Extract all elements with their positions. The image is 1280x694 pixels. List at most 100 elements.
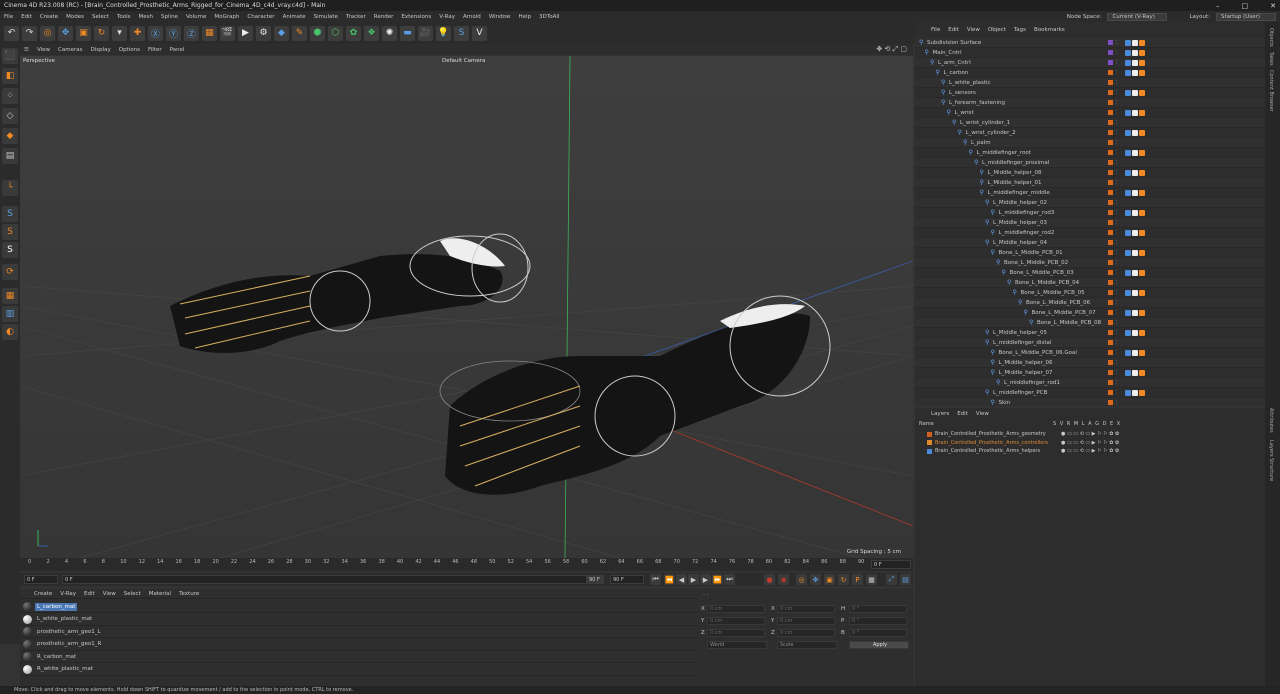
object-menu-tags[interactable]: Tags bbox=[1014, 27, 1026, 33]
object-row[interactable]: ⚲ Bone_L_Middle_PCB_06 ⁚ bbox=[915, 298, 1265, 308]
visibility-toggle-icon[interactable]: ⁚ bbox=[1116, 270, 1118, 275]
key-position-icon[interactable]: ✥ bbox=[810, 574, 821, 585]
side-tab-attributes[interactable]: Attributes bbox=[1268, 408, 1274, 433]
visibility-toggle-icon[interactable]: ⁚ bbox=[1116, 340, 1118, 345]
object-row[interactable]: ⚲ L_carbon ⁚ bbox=[915, 68, 1265, 78]
menu-volume[interactable]: Volume bbox=[186, 14, 206, 20]
material-menu-v-ray[interactable]: V-Ray bbox=[60, 591, 76, 597]
material-menu-select[interactable]: Select bbox=[124, 591, 141, 597]
coord-scale-dropdown[interactable]: Scale bbox=[777, 641, 837, 649]
object-row[interactable]: ⚲ L_Middle_helper_06 ⁚ bbox=[915, 358, 1265, 368]
key-rotation-icon[interactable]: ↻ bbox=[838, 574, 849, 585]
material-item[interactable]: prosthetic_arm_geo1_L bbox=[20, 626, 697, 638]
vray-icon[interactable]: V bbox=[472, 25, 487, 41]
menu-mesh[interactable]: Mesh bbox=[139, 14, 153, 20]
extrude-icon[interactable]: ⬡ bbox=[328, 25, 343, 41]
viewport-menu-panel[interactable]: Panel bbox=[170, 47, 185, 53]
visibility-toggle-icon[interactable]: ⁚ bbox=[1116, 100, 1118, 105]
menu-character[interactable]: Character bbox=[247, 14, 274, 20]
key-scale-icon[interactable]: ▣ bbox=[824, 574, 835, 585]
visibility-toggle-icon[interactable]: ⁚ bbox=[1116, 390, 1118, 395]
visibility-toggle-icon[interactable]: ⁚ bbox=[1116, 290, 1118, 295]
menu-3dtoall[interactable]: 3DToAll bbox=[539, 14, 559, 20]
visibility-toggle-icon[interactable]: ⁚ bbox=[1116, 180, 1118, 185]
z-axis-icon[interactable]: Ⓩ bbox=[184, 25, 199, 41]
object-row[interactable]: ⚲ L_Middle_helper_01 ⁚ bbox=[915, 178, 1265, 188]
object-row[interactable]: ⚲ L_middlefinger_rod2 ⁚ bbox=[915, 228, 1265, 238]
visibility-toggle-icon[interactable]: ⁚ bbox=[1116, 220, 1118, 225]
coord-mode-dropdown[interactable]: World bbox=[707, 641, 767, 649]
object-row[interactable]: ⚲ L_Middle_helper_02 ⁚ bbox=[915, 198, 1265, 208]
visibility-toggle-icon[interactable]: ⁚ bbox=[1116, 360, 1118, 365]
minimize-icon[interactable]: – bbox=[1216, 2, 1220, 10]
visibility-toggle-icon[interactable]: ⁚ bbox=[1116, 60, 1118, 65]
redo-icon[interactable]: ↷ bbox=[22, 25, 37, 41]
object-row[interactable]: ⚲ L_wrist_cylinder_1 ⁚ bbox=[915, 118, 1265, 128]
node-space-dropdown[interactable]: Current (V-Ray) bbox=[1107, 12, 1168, 21]
move-icon[interactable]: ✥ bbox=[58, 25, 73, 41]
object-row[interactable]: ⚲ L_middlefinger_rod1 ⁚ bbox=[915, 378, 1265, 388]
object-row[interactable]: ⚲ L_wrist ⁚ bbox=[915, 108, 1265, 118]
menu-simulate[interactable]: Simulate bbox=[314, 14, 338, 20]
material-item[interactable]: R_white_plastic_mat bbox=[20, 664, 697, 676]
pos-z-field[interactable]: 0 cm bbox=[707, 629, 765, 637]
object-row[interactable]: ⚲ L_forearm_fastening ⁚ bbox=[915, 98, 1265, 108]
next-key-icon[interactable]: ⏩ bbox=[712, 574, 723, 585]
visibility-toggle-icon[interactable]: ⁚ bbox=[1116, 120, 1118, 125]
object-row[interactable]: ⚲ Bone_L_Middle_PCB_05 ⁚ bbox=[915, 288, 1265, 298]
prev-frame-icon[interactable]: ◀ bbox=[676, 574, 687, 585]
object-menu-file[interactable]: File bbox=[931, 27, 940, 33]
create-object-icon[interactable]: ✚ bbox=[130, 25, 145, 41]
layers-menu-view[interactable]: View bbox=[976, 411, 989, 417]
viewport-menu-view[interactable]: View bbox=[37, 47, 50, 53]
visibility-toggle-icon[interactable]: ⁚ bbox=[1116, 150, 1118, 155]
menu-modes[interactable]: Modes bbox=[66, 14, 84, 20]
grid-icon[interactable]: ▥ bbox=[2, 306, 18, 322]
cube-icon[interactable]: ◆ bbox=[274, 25, 289, 41]
render-view-icon[interactable]: 🎬 bbox=[220, 25, 235, 41]
workplane-snap-icon[interactable]: S bbox=[2, 242, 18, 258]
visibility-toggle-icon[interactable]: ⁚ bbox=[1116, 240, 1118, 245]
material-menu-texture[interactable]: Texture bbox=[179, 591, 199, 597]
object-row[interactable]: ⚲ Main_Cntrl ⁚ bbox=[915, 48, 1265, 58]
object-row[interactable]: ⚲ Subdivision Surface ⁚ bbox=[915, 38, 1265, 48]
visibility-toggle-icon[interactable]: ⁚ bbox=[1116, 370, 1118, 375]
object-row[interactable]: ⚲ Bone_L_Middle_PCB_01 ⁚ bbox=[915, 248, 1265, 258]
edges-mode-icon[interactable]: ◇ bbox=[2, 108, 18, 124]
field-icon[interactable]: ✺ bbox=[382, 25, 397, 41]
model-mode-icon[interactable]: ⬛ bbox=[2, 48, 18, 64]
timeline-window-icon[interactable]: ⤢ bbox=[886, 574, 897, 585]
layer-flags-icons[interactable]: ● ▭ ▭ ⟲ ▭ ▶ ⚐ ⚐ ✿ ✿ bbox=[1061, 440, 1119, 446]
key-param-icon[interactable]: P bbox=[852, 574, 863, 585]
next-frame-icon[interactable]: ▶ bbox=[700, 574, 711, 585]
y-axis-icon[interactable]: Ⓨ bbox=[166, 25, 181, 41]
camera-icon[interactable]: 🎥 bbox=[418, 25, 433, 41]
coordinate-system-icon[interactable]: ▦ bbox=[202, 25, 217, 41]
object-row[interactable]: ⚲ L_sensors ⁚ bbox=[915, 88, 1265, 98]
object-row[interactable]: ⚲ L_Middle_helper_03 ⁚ bbox=[915, 218, 1265, 228]
lock-workplane-icon[interactable]: ◐ bbox=[2, 324, 18, 340]
layout-dropdown[interactable]: Startup (User) bbox=[1216, 12, 1276, 21]
size-y-field[interactable]: 0 cm bbox=[777, 617, 835, 625]
object-row[interactable]: ⚲ L_middlefinger_proximal ⁚ bbox=[915, 158, 1265, 168]
visibility-toggle-icon[interactable]: ⁚ bbox=[1116, 90, 1118, 95]
rot-p-field[interactable]: 0 ° bbox=[849, 617, 907, 625]
object-row[interactable]: ⚲ L_Middle_helper_04 ⁚ bbox=[915, 238, 1265, 248]
object-row[interactable]: ⚲ Bone_L_Middle_PCB_07 ⁚ bbox=[915, 308, 1265, 318]
object-row[interactable]: ⚲ L_Middle_helper_08 ⁚ bbox=[915, 168, 1265, 178]
visibility-toggle-icon[interactable]: ⁚ bbox=[1116, 80, 1118, 85]
layer-flags-icons[interactable]: ● ▭ ▭ ⟲ ▭ ▶ ⚐ ⚐ ✿ ✿ bbox=[1061, 448, 1119, 454]
menu-v-ray[interactable]: V-Ray bbox=[439, 14, 455, 20]
layers-menu-layers[interactable]: Layers bbox=[931, 411, 949, 417]
viewport-menu-display[interactable]: Display bbox=[90, 47, 110, 53]
menu-tracker[interactable]: Tracker bbox=[346, 14, 366, 20]
visibility-toggle-icon[interactable]: ⁚ bbox=[1116, 250, 1118, 255]
layers-menu-edit[interactable]: Edit bbox=[957, 411, 968, 417]
viewport-menu-cameras[interactable]: Cameras bbox=[58, 47, 82, 53]
side-tab-objects[interactable]: Objects bbox=[1268, 28, 1274, 47]
rot-b-field[interactable]: 0 ° bbox=[849, 629, 907, 637]
visibility-toggle-icon[interactable]: ⁚ bbox=[1116, 50, 1118, 55]
layer-row[interactable]: Brain_Controlled_Prosthetic_Arms_helpers… bbox=[915, 447, 1265, 455]
auto-key-icon[interactable]: ◉ bbox=[778, 574, 789, 585]
viewport-panel-icon[interactable]: ☰ bbox=[24, 47, 29, 53]
